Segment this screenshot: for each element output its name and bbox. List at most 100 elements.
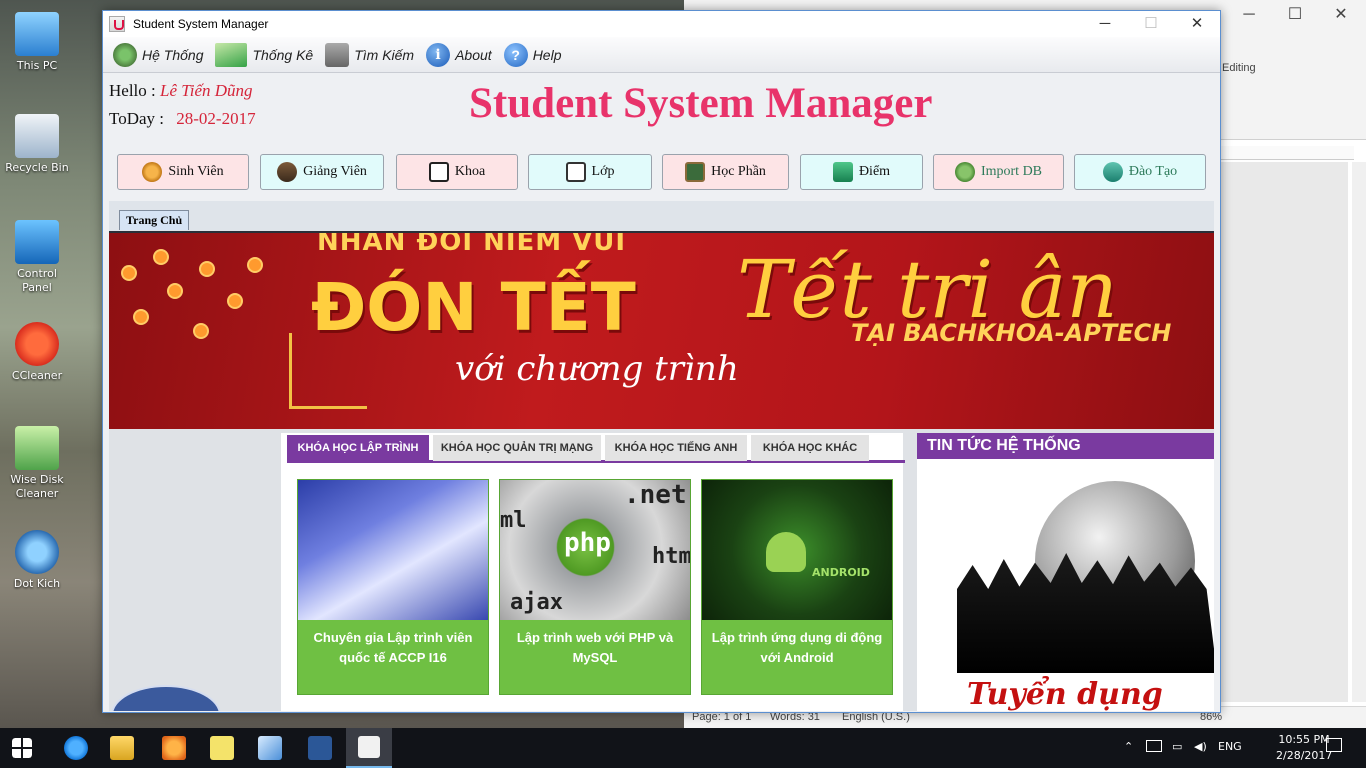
chart-icon — [215, 42, 248, 67]
header: Hello : Lê Tiến Dũng ToDay : 28-02-2017 … — [103, 73, 1220, 149]
khoa-button[interactable]: Khoa — [396, 154, 518, 190]
home-content: NHÂN ĐÔI NIỀM VUI ĐÓN TẾT với chương trì… — [109, 233, 1214, 711]
menu-bar: Hệ Thống Thống Kê Tìm Kiếm i About ? Hel… — [103, 37, 1220, 73]
title-bar: Student System Manager ─ ☐ ✕ — [103, 11, 1220, 37]
menu-he-thong[interactable]: Hệ Thống — [113, 42, 203, 67]
tab-khoa-hoc-quan-tri-mang[interactable]: KHÓA HỌC QUẢN TRỊ MẠNG — [433, 435, 601, 461]
user-name: Lê Tiến Dũng — [160, 81, 253, 100]
nav-button-label: Import DB — [980, 164, 1043, 179]
desktop-icon-dot-kich[interactable]: Dot Kich — [4, 530, 70, 591]
gear-icon — [113, 42, 137, 67]
android-robot-icon — [766, 532, 806, 572]
hoc-phan-button[interactable]: Học Phần — [662, 154, 789, 190]
today-label: ToDay : — [109, 109, 164, 128]
control-panel-icon — [15, 220, 59, 264]
desktop-icon-wise-disk-cleaner[interactable]: Wise Disk Cleaner — [4, 426, 70, 501]
menu-label: Tìm Kiếm — [354, 46, 415, 63]
news-heading: TIN TỨC HỆ THỐNG — [917, 433, 1214, 459]
tab-khoa-hoc-lap-trinh[interactable]: KHÓA HỌC LẬP TRÌNH — [287, 435, 429, 461]
banner-main-text: ĐÓN TẾT — [311, 269, 636, 346]
android-image: ANDROID — [702, 480, 892, 620]
word-icon[interactable] — [308, 736, 332, 760]
word-ruler — [1220, 146, 1354, 160]
word-editing-label[interactable]: Editing — [1222, 62, 1256, 74]
dot-kich-icon — [15, 530, 59, 574]
book-icon — [428, 162, 449, 182]
seal-logo — [111, 685, 221, 711]
promo-banner: NHÂN ĐÔI NIỀM VUI ĐÓN TẾT với chương trì… — [109, 233, 1214, 429]
course-title: Lập trình ứng dụng di động với Android — [711, 630, 883, 665]
menu-label: Help — [532, 46, 562, 63]
menu-label: Thống Kê — [252, 46, 314, 63]
word-scrollbar[interactable] — [1352, 162, 1366, 702]
maximize-button[interactable]: ☐ — [1128, 11, 1174, 37]
edge-icon[interactable] — [64, 736, 88, 760]
module-nav: Sinh Viên Giảng Viên Khoa Lớp Học Phần Đ… — [103, 149, 1220, 201]
sticky-notes-icon[interactable] — [210, 736, 234, 760]
menu-tim-kiem[interactable]: Tìm Kiếm — [325, 42, 415, 67]
sinh-vien-button[interactable]: Sinh Viên — [117, 154, 249, 190]
banner-top-line: NHÂN ĐÔI NIỀM VUI — [317, 233, 627, 257]
file-explorer-icon[interactable] — [110, 736, 134, 760]
thumb-text: ANDROID — [812, 566, 870, 579]
lop-button[interactable]: Lớp — [528, 154, 652, 190]
course-card-android[interactable]: ANDROID Lập trình ứng dụng di động với A… — [701, 479, 893, 695]
java-icon — [109, 16, 125, 32]
network-icon[interactable] — [1146, 740, 1162, 752]
uc-browser-icon[interactable] — [162, 736, 186, 760]
thumb-text: ml — [500, 508, 527, 533]
word-caption-buttons[interactable]: ─ ☐ ✕ — [1226, 0, 1366, 30]
recycle-bin-icon — [15, 114, 59, 158]
menu-help[interactable]: ? Help — [503, 42, 562, 67]
course-card-accp[interactable]: Chuyên gia Lập trình viên quốc tế ACCP I… — [297, 479, 489, 695]
tray-chevron-icon[interactable]: ⌃ — [1124, 740, 1133, 753]
flower-decoration — [155, 251, 167, 263]
language-indicator[interactable]: ENG — [1218, 740, 1242, 753]
battery-icon[interactable]: ▭ — [1172, 740, 1182, 753]
import-db-button[interactable]: Import DB — [933, 154, 1064, 190]
windows-start-icon[interactable] — [12, 738, 32, 758]
nav-button-label: Khoa — [454, 164, 486, 179]
app-window: Student System Manager ─ ☐ ✕ Hệ Thống Th… — [102, 10, 1221, 713]
flower-decoration — [249, 259, 261, 271]
close-button[interactable]: ✕ — [1174, 11, 1220, 37]
desktop-icon-label: Wise Disk Cleaner — [10, 473, 64, 500]
minimize-button[interactable]: ─ — [1082, 11, 1128, 37]
banner-place-text: TẠI BACHKHOA-APTECH — [851, 319, 1172, 347]
java-icon — [358, 736, 380, 758]
today-row: ToDay : 28-02-2017 — [109, 109, 256, 129]
java-app-taskbar-button[interactable] — [346, 728, 392, 768]
student-icon — [142, 162, 163, 182]
nav-button-label: Giảng Viên — [303, 164, 367, 179]
news-panel: TIN TỨC HỆ THỐNG Tuyển dụng — [917, 433, 1214, 711]
flower-decoration — [135, 311, 147, 323]
nav-button-label: Học Phần — [711, 164, 766, 179]
tab-khoa-hoc-khac[interactable]: KHÓA HỌC KHÁC — [751, 435, 869, 461]
clock-time: 10:55 PM — [1278, 733, 1330, 746]
tab-trang-chu[interactable]: Trang Chủ — [119, 210, 190, 230]
menu-thong-ke[interactable]: Thống Kê — [215, 42, 314, 67]
virtualbox-icon[interactable] — [258, 736, 282, 760]
keyboard-image — [298, 480, 488, 620]
teachers-icon — [277, 162, 298, 182]
desktop-icon-label: Control Panel — [17, 267, 57, 294]
course-card-php[interactable]: php .net html ajax ml Lập trình web với … — [499, 479, 691, 695]
clock[interactable]: 10:55 PM 2/28/2017 — [1276, 732, 1332, 764]
menu-about[interactable]: i About — [426, 42, 492, 67]
nav-button-label: Sinh Viên — [168, 164, 224, 179]
volume-icon[interactable]: ◀) — [1194, 740, 1207, 753]
course-tabs: KHÓA HỌC LẬP TRÌNH KHÓA HỌC QUẢN TRỊ MẠN… — [287, 435, 905, 463]
dao-tao-button[interactable]: Đào Tạo — [1074, 154, 1206, 190]
nav-button-label: Lớp — [591, 164, 615, 179]
greeting: Hello : Lê Tiến Dũng — [109, 81, 253, 101]
tab-khoa-hoc-tieng-anh[interactable]: KHÓA HỌC TIẾNG ANH — [605, 435, 747, 461]
diem-button[interactable]: Điểm — [800, 154, 923, 190]
giang-vien-button[interactable]: Giảng Viên — [260, 154, 384, 190]
flower-decoration — [229, 295, 241, 307]
desktop-icon-this-pc[interactable]: This PC — [4, 12, 70, 73]
desktop-icon-recycle-bin[interactable]: Recycle Bin — [4, 114, 70, 175]
desktop-icon-ccleaner[interactable]: CCleaner — [4, 322, 70, 383]
thumb-text: html — [652, 544, 690, 569]
action-center-icon[interactable] — [1326, 738, 1342, 752]
desktop-icon-control-panel[interactable]: Control Panel — [4, 220, 70, 295]
